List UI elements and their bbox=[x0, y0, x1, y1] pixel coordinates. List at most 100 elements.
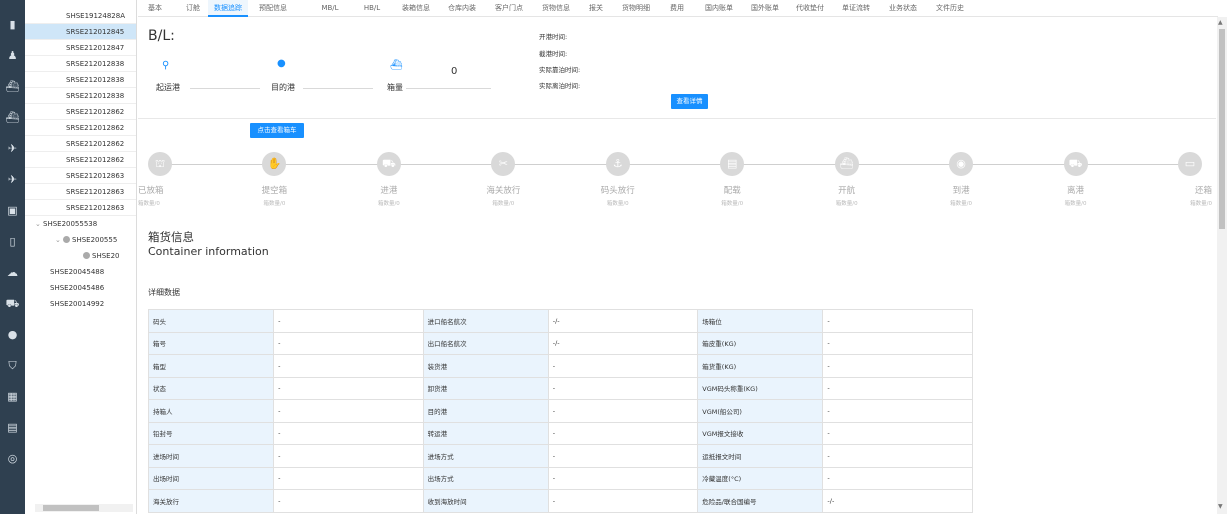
document-icon[interactable]: ▤ bbox=[4, 421, 21, 435]
tree-row[interactable]: SRSE212012862 bbox=[25, 136, 136, 152]
tree-row-label: SRSE212012863 bbox=[66, 188, 125, 196]
open-port-time: 开港时间: bbox=[539, 33, 568, 41]
tree-row[interactable]: SRSE212012863 bbox=[25, 200, 136, 216]
field-label: 转运港 bbox=[422, 421, 549, 445]
field-value: -/- bbox=[822, 489, 973, 513]
node-status-icon bbox=[63, 236, 70, 243]
tree-row[interactable]: SRSE212012862 bbox=[25, 120, 136, 136]
tree-row[interactable]: SRSE212012845 bbox=[25, 24, 136, 40]
tree-row[interactable]: SRSE212012847 bbox=[25, 40, 136, 56]
tab-10[interactable]: 货物信息 bbox=[536, 0, 576, 17]
field-label: 卸货港 bbox=[422, 376, 549, 400]
tree-row[interactable]: SHSE19124828A bbox=[25, 8, 136, 24]
tree-row-label: SHSE20055538 bbox=[43, 220, 98, 228]
tab-19[interactable]: 文件历史 bbox=[930, 0, 970, 17]
cloud-icon[interactable]: ☁ bbox=[4, 266, 21, 280]
tree-row[interactable]: SRSE212012838 bbox=[25, 72, 136, 88]
tab-5[interactable]: MB/L bbox=[318, 0, 342, 17]
view-detail-button[interactable]: 查看详情 bbox=[671, 94, 708, 109]
tree-row[interactable]: SRSE212012862 bbox=[25, 104, 136, 120]
tree-horizontal-scrollbar[interactable] bbox=[35, 504, 133, 512]
field-value: - bbox=[547, 376, 699, 400]
tab-18[interactable]: 业务状态 bbox=[883, 0, 923, 17]
user-icon[interactable]: ♟ bbox=[4, 49, 21, 63]
scrollbar-thumb[interactable] bbox=[43, 505, 99, 511]
box-count-value: 0 bbox=[451, 66, 458, 77]
icon-rail: ▮ ♟ ⛴ ⛴ ✈ ✈ ▣ ▯ ☁ ⛟ ● ⛉ ▦ ▤ ◎ bbox=[0, 0, 25, 514]
field-label: 状态 bbox=[147, 376, 275, 400]
ship-icon[interactable]: ⛴ bbox=[4, 80, 21, 94]
expand-caret-icon[interactable]: ⌄ bbox=[35, 216, 43, 232]
tree-row[interactable]: SHSE20014992 bbox=[25, 296, 136, 312]
box-icon[interactable]: ▣ bbox=[4, 204, 21, 218]
tree-row[interactable]: SRSE212012838 bbox=[25, 56, 136, 72]
field-value: - bbox=[822, 331, 973, 355]
tab-14[interactable]: 国内账单 bbox=[700, 0, 738, 17]
location-icon[interactable]: ◎ bbox=[4, 452, 21, 466]
tree-row[interactable]: SHSE20 bbox=[25, 248, 136, 264]
table-row: 码头 - 进口船名航次 -/- 场箱位 - bbox=[147, 309, 973, 333]
tree-row[interactable]: SRSE212012862 bbox=[25, 152, 136, 168]
tab-1[interactable]: 基本 bbox=[144, 0, 166, 17]
field-value: - bbox=[822, 354, 973, 378]
field-label: 进口船名航次 bbox=[422, 309, 549, 333]
tab-8[interactable]: 仓库内装 bbox=[442, 0, 482, 17]
tree-row[interactable]: SHSE20045486 bbox=[25, 280, 136, 296]
tree-row[interactable]: SRSE212012838 bbox=[25, 88, 136, 104]
anchor-icon: ⚓ bbox=[605, 152, 630, 176]
tab-2[interactable]: 订舱 bbox=[180, 0, 206, 17]
timeline-step-count: 箱数量/0 bbox=[1190, 201, 1212, 207]
bl-number-label: B/L: bbox=[148, 28, 175, 44]
main-vertical-scrollbar[interactable]: ▲ ▼ bbox=[1217, 17, 1227, 514]
tab-3[interactable]: 数据追踪 bbox=[208, 0, 248, 17]
field-value: - bbox=[547, 399, 699, 423]
field-value: - bbox=[547, 489, 699, 513]
tree-row[interactable]: SRSE212012863 bbox=[25, 168, 136, 184]
field-label: 危险品/联合国编号 bbox=[697, 489, 824, 513]
field-label: 装货港 bbox=[422, 354, 549, 378]
tab-4[interactable]: 预配信息 bbox=[254, 0, 292, 17]
tab-11[interactable]: 报关 bbox=[584, 0, 608, 17]
tab-16[interactable]: 代收垫付 bbox=[791, 0, 829, 17]
tab-9[interactable]: 客户门点 bbox=[489, 0, 529, 17]
field-label: 箱货重(KG) bbox=[697, 354, 824, 378]
calendar-icon[interactable]: ▦ bbox=[4, 390, 21, 404]
tab-12[interactable]: 货物明细 bbox=[615, 0, 657, 17]
gear-icon[interactable]: ● bbox=[4, 328, 21, 342]
field-value: - bbox=[547, 444, 699, 468]
field-value: - bbox=[273, 421, 424, 445]
timeline-step-count: 箱数量/0 bbox=[950, 201, 973, 207]
tab-7[interactable]: 装箱信息 bbox=[397, 0, 435, 17]
shield-icon[interactable]: ⛉ bbox=[4, 359, 21, 373]
tab-17[interactable]: 单证流转 bbox=[836, 0, 876, 17]
container-icon: ▭ bbox=[1178, 152, 1202, 176]
hand-icon: ✋ bbox=[262, 152, 287, 176]
table-row: 出场时间 - 出场方式 - 冷藏温度(°C) - bbox=[147, 466, 973, 490]
view-container-truck-button[interactable]: 点击查看箱车 bbox=[250, 123, 304, 138]
app-window: ▮ ♟ ⛴ ⛴ ✈ ✈ ▣ ▯ ☁ ⛟ ● ⛉ ▦ ▤ ◎ SHSE19124828A SRSE2120128… bbox=[0, 0, 1230, 514]
tree-row[interactable]: SHSE20045488 bbox=[25, 264, 136, 280]
timeline-step-count: 箱数量/0 bbox=[835, 201, 858, 207]
tab-15[interactable]: 国外账单 bbox=[746, 0, 784, 17]
ship-icon[interactable]: ⛴ bbox=[4, 111, 21, 125]
plane-icon[interactable]: ✈ bbox=[4, 142, 21, 156]
field-label: VGM码头称重(KG) bbox=[697, 376, 824, 400]
home-icon[interactable]: ▮ bbox=[4, 18, 21, 32]
tree-row-label: SRSE212012838 bbox=[66, 92, 125, 100]
timeline-track bbox=[160, 164, 1190, 165]
tree-row[interactable]: ⌄ SHSE200555 bbox=[25, 232, 136, 248]
tab-6[interactable]: HB/L bbox=[360, 0, 384, 17]
plane-icon[interactable]: ✈ bbox=[4, 173, 21, 187]
tree-row[interactable]: SRSE212012863 bbox=[25, 184, 136, 200]
scroll-down-icon[interactable]: ▼ bbox=[1218, 503, 1223, 510]
field-label: 出场时间 bbox=[147, 466, 275, 490]
origin-pin-icon: ⚲ bbox=[162, 60, 170, 71]
truck-icon[interactable]: ⛟ bbox=[4, 297, 21, 311]
expand-caret-icon[interactable]: ⌄ bbox=[55, 232, 63, 248]
field-label: 目的港 bbox=[422, 399, 549, 423]
tab-13[interactable]: 费用 bbox=[665, 0, 689, 17]
clipboard-icon[interactable]: ▯ bbox=[4, 235, 21, 249]
tree-row[interactable]: ⌄ SHSE20055538 bbox=[25, 216, 136, 232]
scroll-up-icon[interactable]: ▲ bbox=[1218, 19, 1223, 26]
scrollbar-thumb[interactable] bbox=[1219, 29, 1225, 229]
